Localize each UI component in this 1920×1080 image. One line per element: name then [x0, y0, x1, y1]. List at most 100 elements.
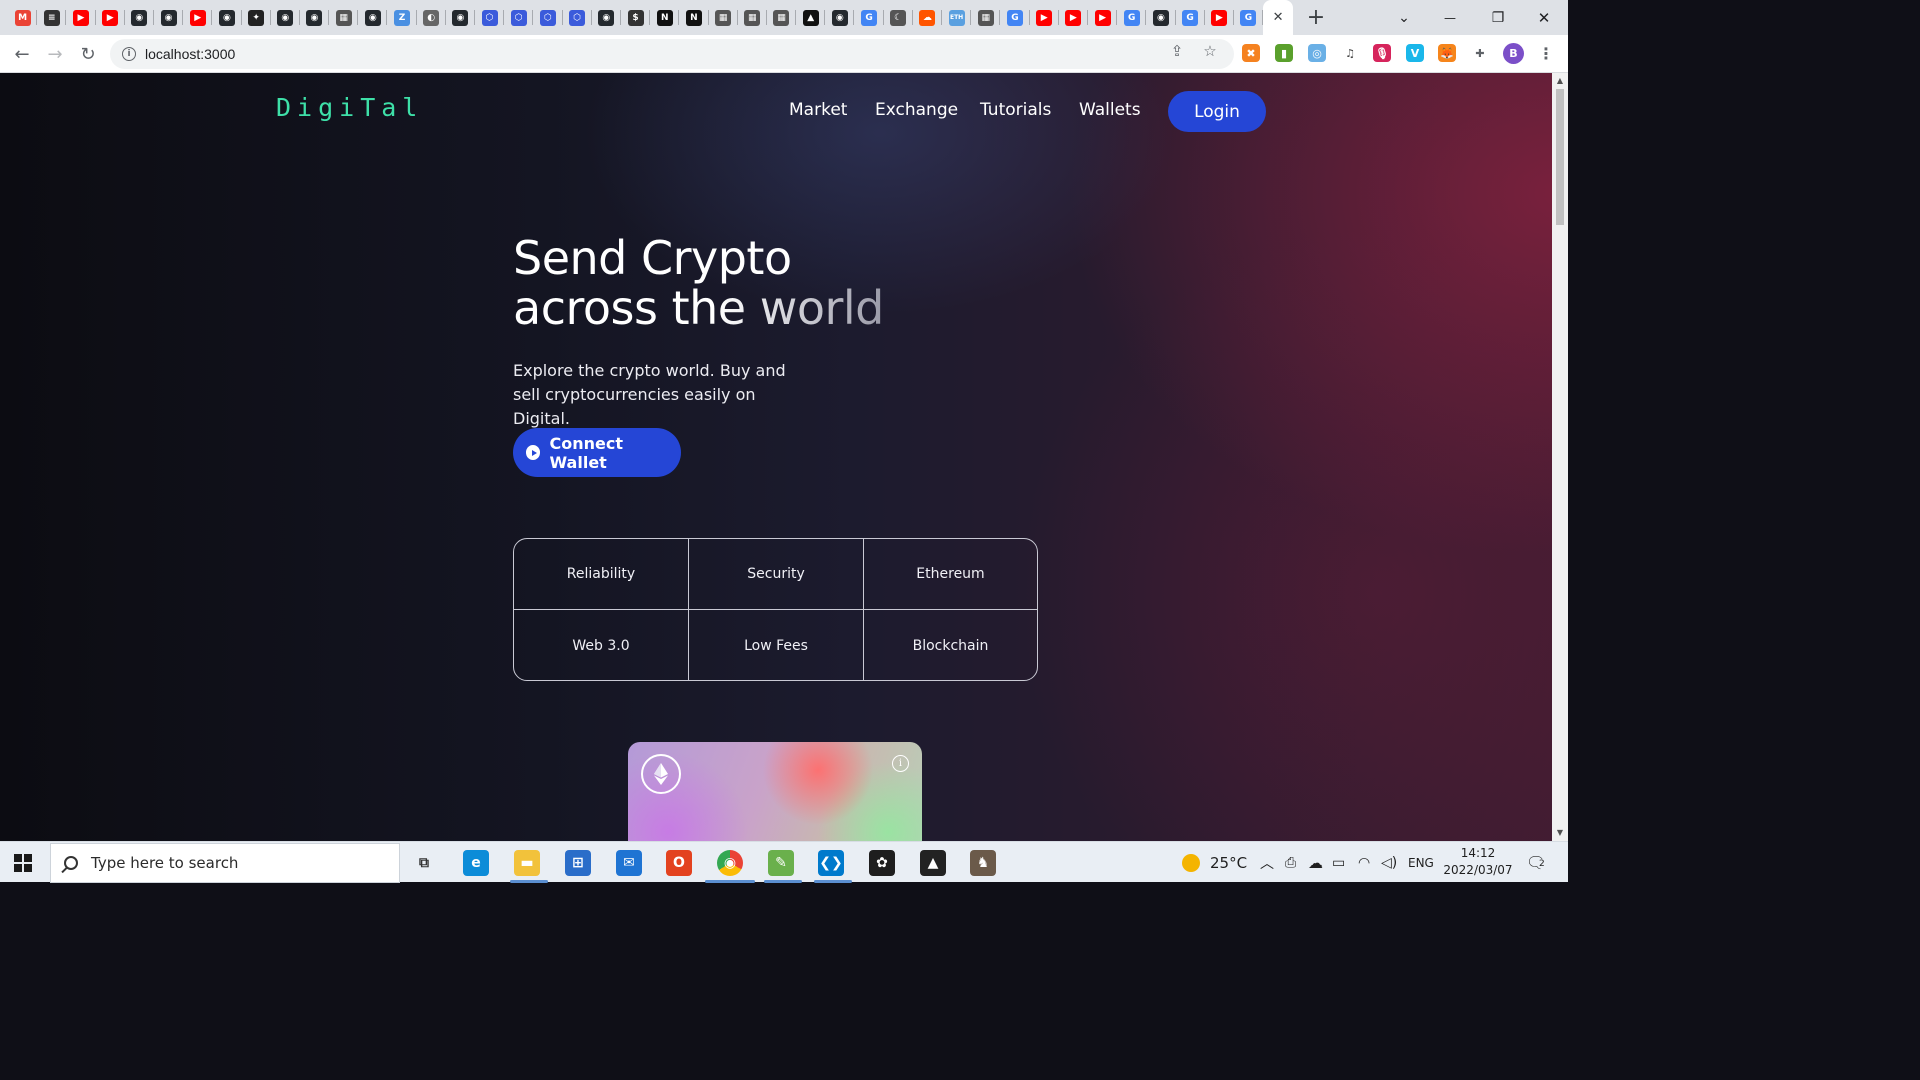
gimp-icon[interactable]: ♞ — [970, 850, 996, 876]
browser-tab[interactable]: ◉ — [212, 0, 242, 35]
browser-tab[interactable]: ⬡ — [504, 0, 534, 35]
browser-tab[interactable]: ▲ — [796, 0, 826, 35]
figma-icon[interactable]: ✿ — [869, 850, 895, 876]
nav-tutorials[interactable]: Tutorials — [980, 100, 1051, 120]
vscode-icon[interactable]: ❮❯ — [818, 850, 844, 876]
browser-tab[interactable]: ◉ — [1146, 0, 1176, 35]
browser-tab[interactable]: G — [1176, 0, 1205, 35]
notepad-icon[interactable]: ✎ — [768, 850, 794, 876]
browser-tab[interactable]: ◉ — [825, 0, 855, 35]
bookmark-star-icon[interactable]: ☆ — [1201, 42, 1219, 60]
weather-widget[interactable]: 25°C — [1182, 842, 1247, 883]
browser-tab[interactable]: ☾ — [884, 0, 914, 35]
browser-tab[interactable]: ◉ — [154, 0, 184, 35]
restore-button[interactable]: ❐ — [1478, 0, 1518, 35]
browser-tab[interactable]: M — [8, 0, 38, 35]
wifi-icon[interactable]: ◠ — [1358, 842, 1370, 883]
connect-wallet-button[interactable]: Connect Wallet — [513, 428, 681, 477]
nav-wallets[interactable]: Wallets — [1079, 100, 1141, 120]
browser-tab[interactable]: Z — [387, 0, 417, 35]
login-button[interactable]: Login — [1168, 91, 1266, 132]
edge-icon[interactable]: e — [463, 850, 489, 876]
browser-tab[interactable]: ✦ — [242, 0, 271, 35]
browser-tab[interactable]: ▦ — [738, 0, 768, 35]
address-bar[interactable]: i localhost:3000 — [110, 39, 1234, 69]
system-clock[interactable]: 14:12 2022/03/07 — [1440, 845, 1516, 879]
ext-search-icon[interactable]: ◎ — [1308, 44, 1326, 62]
browser-menu-icon[interactable]: ⋮ — [1537, 44, 1555, 63]
close-window-button[interactable]: ✕ — [1524, 0, 1564, 35]
browser-tab[interactable]: ▦ — [709, 0, 738, 35]
page-scrollbar[interactable]: ▲ ▼ — [1552, 73, 1568, 841]
new-tab-button[interactable]: + — [1298, 0, 1334, 35]
minimize-button[interactable]: — — [1430, 0, 1470, 35]
browser-tab[interactable]: ETH — [942, 0, 972, 35]
battery-icon[interactable]: ▭ — [1332, 842, 1345, 883]
browser-tab[interactable]: ▦ — [971, 0, 1001, 35]
chevron-up-icon[interactable]: ︿ — [1260, 842, 1274, 883]
browser-tab[interactable]: N — [650, 0, 680, 35]
browser-tab[interactable]: G — [1234, 0, 1264, 35]
browser-tab[interactable]: ▶ — [1088, 0, 1118, 35]
browser-tab[interactable]: ◉ — [271, 0, 301, 35]
language-indicator[interactable]: ENG — [1408, 842, 1434, 883]
browser-tab[interactable]: ▦ — [767, 0, 797, 35]
mail-icon[interactable]: ✉ — [616, 850, 642, 876]
profile-avatar[interactable]: B — [1503, 43, 1524, 64]
browser-tab[interactable]: G — [1117, 0, 1147, 35]
reload-icon[interactable]: ↻ — [75, 41, 101, 67]
office-icon[interactable]: O — [666, 850, 692, 876]
tab-search-button[interactable]: ⌄ — [1390, 0, 1418, 35]
browser-tab[interactable]: $ — [621, 0, 651, 35]
active-tab[interactable]: ✕ — [1263, 0, 1294, 35]
scroll-thumb[interactable] — [1556, 89, 1564, 225]
share-icon[interactable]: ⇪ — [1168, 42, 1186, 60]
browser-tab[interactable]: ◉ — [358, 0, 388, 35]
scroll-up-icon[interactable]: ▲ — [1556, 77, 1564, 85]
ext-music-icon[interactable]: ♫ — [1341, 44, 1359, 62]
store-icon[interactable]: ⊞ — [565, 850, 591, 876]
url-text[interactable]: localhost:3000 — [145, 46, 235, 62]
browser-tab[interactable]: G — [1000, 0, 1030, 35]
close-icon[interactable]: ✕ — [1273, 10, 1284, 25]
browser-tab[interactable]: ◉ — [125, 0, 155, 35]
browser-tab[interactable]: G — [854, 0, 884, 35]
browser-tab[interactable]: ▦ — [329, 0, 359, 35]
taskbar-search[interactable]: Type here to search — [50, 843, 400, 883]
ext-green-icon[interactable]: ▮ — [1275, 44, 1293, 62]
ext-mic-icon[interactable]: 🎙 — [1373, 44, 1391, 62]
browser-tab[interactable]: ⬡ — [475, 0, 505, 35]
cloud-icon[interactable]: ☁ — [1308, 842, 1323, 883]
back-arrow-icon[interactable]: ← — [9, 41, 35, 67]
nav-exchange[interactable]: Exchange — [875, 100, 958, 120]
site-info-icon[interactable]: i — [122, 47, 136, 61]
browser-tab[interactable]: ☁ — [913, 0, 943, 35]
site-logo[interactable]: DigiTal — [276, 93, 423, 122]
browser-tab[interactable]: N — [679, 0, 709, 35]
inkscape-icon[interactable]: ▲ — [920, 850, 946, 876]
browser-tab[interactable]: ◐ — [417, 0, 447, 35]
meet-icon[interactable]: ⎙ — [1285, 842, 1296, 883]
browser-tab[interactable]: ◉ — [300, 0, 330, 35]
nav-market[interactable]: Market — [789, 100, 847, 120]
chrome-icon[interactable]: ◉ — [717, 850, 743, 876]
windows-start-icon[interactable] — [14, 854, 32, 872]
browser-tab[interactable]: ▶ — [96, 0, 125, 35]
browser-tab[interactable]: ◉ — [446, 0, 476, 35]
ext-orange-icon[interactable]: ✖ — [1242, 44, 1260, 62]
browser-tab[interactable]: ≡ — [37, 0, 67, 35]
volume-icon[interactable]: ◁) — [1381, 842, 1397, 883]
task-view-icon[interactable]: ⧉ — [411, 850, 437, 876]
scroll-down-icon[interactable]: ▼ — [1556, 829, 1564, 837]
browser-tab[interactable]: ⬡ — [533, 0, 563, 35]
forward-arrow-icon[interactable]: → — [42, 41, 68, 67]
ext-vimeo-icon[interactable]: V — [1406, 44, 1424, 62]
file-explorer-icon[interactable]: ▬ — [514, 850, 540, 876]
notifications-icon[interactable]: 🗨2 — [1526, 842, 1547, 883]
browser-tab[interactable]: ▶ — [1030, 0, 1059, 35]
puzzle-icon[interactable]: ✚ — [1471, 44, 1489, 62]
browser-tab[interactable]: ▶ — [1205, 0, 1235, 35]
browser-tab[interactable]: ▶ — [183, 0, 213, 35]
browser-tab[interactable]: ◉ — [592, 0, 622, 35]
metamask-icon[interactable]: 🦊 — [1438, 44, 1456, 62]
